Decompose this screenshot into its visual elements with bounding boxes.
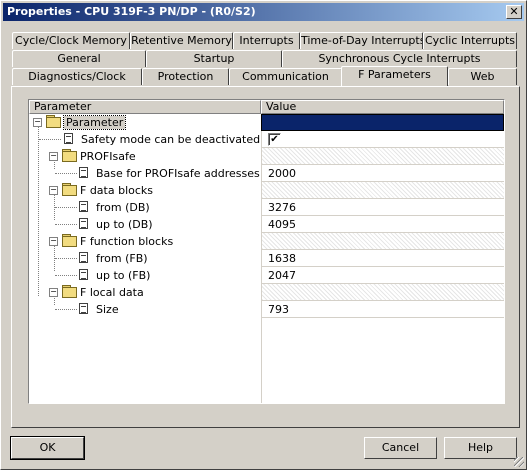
parameter-icon: [79, 303, 88, 314]
tree-label: F local data: [80, 286, 144, 299]
f-parameters-panel: Parameter Value − Parameter Safety mode …: [11, 86, 520, 428]
column-divider: [261, 318, 262, 403]
tree-label: F function blocks: [80, 235, 174, 248]
close-icon: ✕: [509, 5, 519, 18]
close-button[interactable]: ✕: [506, 5, 522, 19]
tree-row-from-fb[interactable]: from (FB) 1638: [29, 250, 504, 267]
tree-line: [55, 275, 77, 276]
tab-time-of-day-interrupts[interactable]: Time-of-Day Interrupts: [300, 32, 423, 49]
tab-retentive-memory[interactable]: Retentive Memory: [130, 32, 233, 49]
tree-row-base-profisafe[interactable]: Base for PROFIsafe addresses 2000: [29, 165, 504, 182]
tab-protection[interactable]: Protection: [142, 68, 229, 85]
tab-web[interactable]: Web: [448, 68, 517, 85]
value-cell[interactable]: 4095: [261, 216, 504, 233]
window-title: Properties - CPU 319F-3 PN/DP - (R0/S2): [7, 5, 256, 18]
tree-row-up-to-db[interactable]: up to (DB) 4095: [29, 216, 504, 233]
parameter-grid: Parameter Value − Parameter Safety mode …: [28, 99, 505, 404]
tree-row-from-db[interactable]: from (DB) 3276: [29, 199, 504, 216]
tree-label: from (DB): [96, 201, 150, 214]
parameter-icon: [79, 269, 88, 280]
value-cell[interactable]: 2047: [261, 267, 504, 284]
tree-row-up-to-fb[interactable]: up to (FB) 2047: [29, 267, 504, 284]
tree-label: Safety mode can be deactivated: [81, 133, 261, 146]
tab-synchronous-cycle-interrupts[interactable]: Synchronous Cycle Interrupts: [282, 50, 517, 67]
tree-row-parameter[interactable]: − Parameter: [29, 114, 504, 131]
resize-grip-icon[interactable]: [514, 457, 524, 467]
tab-communication[interactable]: Communication: [229, 68, 342, 85]
tree-line: [55, 309, 77, 310]
value-cell[interactable]: 2000: [261, 165, 504, 182]
parameter-icon: [79, 218, 88, 229]
folder-icon: [62, 234, 77, 247]
tab-interrupts[interactable]: Interrupts: [233, 32, 300, 49]
tab-cycle-clock-memory[interactable]: Cycle/Clock Memory: [12, 32, 130, 49]
help-button[interactable]: Help: [444, 437, 517, 459]
value-cell[interactable]: 793: [261, 301, 504, 318]
collapse-icon[interactable]: −: [33, 118, 42, 127]
value-cell[interactable]: 3276: [261, 199, 504, 216]
tree-row-profisafe[interactable]: − PROFIsafe: [29, 148, 504, 165]
value-cell[interactable]: ✔: [261, 131, 504, 148]
parameter-icon: [79, 252, 88, 263]
tab-startup[interactable]: Startup: [146, 50, 282, 67]
value-cell-readonly: [261, 182, 504, 199]
parameter-icon: [79, 167, 88, 178]
tree-line: [55, 258, 77, 259]
tree-line: [55, 173, 77, 174]
cancel-button[interactable]: Cancel: [364, 437, 437, 459]
tree-row-size[interactable]: Size 793: [29, 301, 504, 318]
tab-diagnostics-clock[interactable]: Diagnostics/Clock: [12, 68, 142, 85]
safety-mode-checkbox[interactable]: ✔: [268, 133, 281, 146]
collapse-icon[interactable]: −: [49, 186, 58, 195]
folder-icon: [62, 285, 77, 298]
value-cell-readonly: [261, 284, 504, 301]
tree-label: up to (DB): [96, 218, 153, 231]
tree-row-f-data-blocks[interactable]: − F data blocks: [29, 182, 504, 199]
tree-line: [55, 224, 77, 225]
tree-label: Base for PROFIsafe addresses: [96, 167, 260, 180]
tree-line: [39, 139, 61, 140]
value-cell-readonly: [261, 233, 504, 250]
properties-dialog: Properties - CPU 319F-3 PN/DP - (R0/S2) …: [0, 0, 527, 470]
tree-label: F data blocks: [80, 184, 154, 197]
tree-row-f-local-data[interactable]: − F local data: [29, 284, 504, 301]
tab-general[interactable]: General: [12, 50, 146, 67]
collapse-icon[interactable]: −: [49, 152, 58, 161]
title-bar[interactable]: Properties - CPU 319F-3 PN/DP - (R0/S2) …: [3, 3, 524, 21]
folder-icon: [62, 183, 77, 196]
collapse-icon[interactable]: −: [49, 288, 58, 297]
tree-label: PROFIsafe: [80, 150, 136, 163]
tree-line: [55, 207, 77, 208]
tree-row-f-function-blocks[interactable]: − F function blocks: [29, 233, 504, 250]
parameter-icon: [64, 133, 73, 144]
tree-label: Parameter: [62, 115, 127, 130]
value-cell-selected[interactable]: [261, 114, 504, 131]
folder-icon: [46, 115, 61, 128]
collapse-icon[interactable]: −: [49, 237, 58, 246]
parameter-icon: [79, 201, 88, 212]
ok-button[interactable]: OK: [10, 436, 85, 460]
value-cell-readonly: [261, 148, 504, 165]
tab-f-parameters[interactable]: F Parameters: [341, 66, 448, 86]
tree-row-safety-mode[interactable]: Safety mode can be deactivated ✔: [29, 131, 504, 148]
column-header-parameter[interactable]: Parameter: [29, 100, 261, 114]
tree-label: from (FB): [96, 252, 148, 265]
value-cell[interactable]: 1638: [261, 250, 504, 267]
tab-cyclic-interrupts[interactable]: Cyclic Interrupts: [423, 32, 517, 49]
folder-icon: [62, 149, 77, 162]
column-header-value[interactable]: Value: [261, 100, 504, 114]
tree-label: up to (FB): [96, 269, 151, 282]
tree-label: Size: [96, 303, 119, 316]
